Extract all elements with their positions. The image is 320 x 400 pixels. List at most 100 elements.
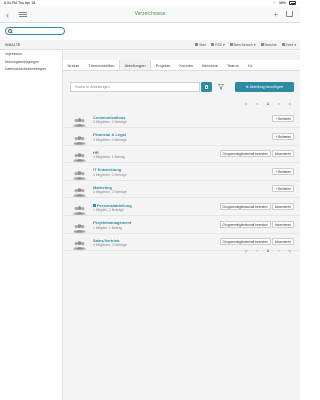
- sidebar-item-datenschutz[interactable]: Datenschutzbestimmungen: [0, 66, 62, 74]
- sidebar-item-nutzungsbedingungen[interactable]: Nutzungsbedingungen: [0, 59, 62, 67]
- department-meta: 4 Mitglieder, 0 Beiträge: [93, 190, 127, 195]
- tab-themenwelten[interactable]: Themenwelten: [84, 60, 119, 70]
- search-button[interactable]: [201, 82, 212, 92]
- pager-last-button[interactable]: >|: [286, 101, 293, 108]
- join-button[interactable]: + Beitreten: [272, 132, 294, 140]
- toolbar-rss-label: RSS: [215, 42, 222, 47]
- tab-gruppen[interactable]: Gr: [243, 60, 256, 70]
- subscribe-button[interactable]: Abonnieren: [271, 203, 294, 210]
- pager-next-button[interactable]: >: [275, 101, 282, 108]
- toolbar: INHALTE Start RSS ▾ Mein Bereich ▾ Beric…: [0, 40, 300, 50]
- pager-first-button[interactable]: |<: [243, 101, 250, 108]
- department-name-link[interactable]: Personalabteilung: [93, 203, 132, 208]
- leave-group-button[interactable]: Gruppenmitgliedschaft beenden: [219, 203, 271, 210]
- department-name-text: Communications: [93, 114, 126, 120]
- department-name-link[interactable]: Communications: [93, 115, 125, 120]
- tab-teams[interactable]: Teams: [222, 60, 243, 70]
- tab-abteilungen[interactable]: Abteilungen: [119, 60, 152, 70]
- group-avatar-icon: [73, 149, 86, 162]
- department-name-link[interactable]: Marketing: [93, 185, 112, 190]
- toolbar-berichte[interactable]: Berichte: [260, 42, 277, 47]
- subscribe-button[interactable]: Abonnieren: [271, 220, 294, 228]
- group-avatar-icon: [73, 237, 86, 250]
- row-actions: Gruppenmitgliedschaft beenden Abonnieren: [219, 203, 294, 210]
- status-time: 8:34 PM: [4, 1, 18, 5]
- sidebar-search[interactable]: [5, 27, 65, 35]
- pager-prev-button[interactable]: <: [254, 101, 261, 108]
- toolbar-extra[interactable]: Extra ▾: [281, 43, 296, 47]
- toolbar-berichte-label: Berichte: [264, 42, 277, 47]
- group-avatar-icon: [73, 184, 86, 198]
- pager-last-button[interactable]: >|: [286, 248, 293, 255]
- department-name-text: Sales/Vertrieb: [93, 237, 120, 243]
- department-row: IT Entwicklung 3 Mitglieder, 0 Beiträge + …: [63, 164, 300, 181]
- row-actions: + Beitreten: [272, 132, 294, 140]
- tab-nutzer[interactable]: Nutzer: [63, 60, 84, 70]
- subscribe-button[interactable]: Abonnieren: [271, 150, 294, 158]
- status-indicators: ⌔ 58%: [273, 1, 296, 6]
- group-avatar-icon: [73, 114, 86, 127]
- user-icon: [229, 43, 233, 46]
- battery-percent: 58%: [278, 1, 286, 5]
- group-avatar-icon: [73, 202, 86, 215]
- department-name-link[interactable]: Financial & Legal: [93, 132, 126, 137]
- department-meta: 3 Mitglieder, 0 Beiträge: [93, 120, 127, 124]
- join-button[interactable]: + Beitreten: [272, 167, 294, 175]
- toolbar-mein-bereich-label: Mein Bereich: [233, 42, 253, 47]
- department-name-text: Projektmanagement: [93, 220, 132, 226]
- toolbar-start-label: Start: [199, 42, 207, 47]
- toolbar-start[interactable]: Start: [195, 43, 206, 47]
- plus-icon[interactable]: +: [273, 10, 278, 19]
- page-title: Verzeichnisse: [134, 11, 166, 17]
- department-meta: 1 Mitglied, 2 Beiträge: [93, 208, 124, 212]
- wifi-icon: ⌔: [272, 0, 276, 5]
- toolbar-rss[interactable]: RSS ▾: [211, 42, 225, 47]
- lock-icon: [93, 203, 96, 207]
- filter-icon[interactable]: [218, 84, 224, 90]
- leave-group-button[interactable]: Gruppenmitgliedschaft beenden: [219, 150, 271, 158]
- toolbar-mein-bereich[interactable]: Mein Bereich ▾: [229, 42, 256, 47]
- tab-projekte[interactable]: Projekte: [151, 60, 175, 70]
- section-label: INHALTE: [5, 43, 21, 47]
- department-name-link[interactable]: IT Entwicklung: [93, 167, 121, 172]
- subscribe-button[interactable]: Abonnieren: [271, 238, 294, 246]
- inbox-tray-icon[interactable]: [286, 11, 293, 17]
- leave-group-button[interactable]: Gruppenmitgliedschaft beenden: [219, 238, 271, 246]
- search-icon: [8, 29, 12, 33]
- report-icon: [260, 43, 264, 46]
- department-name-link[interactable]: Projektmanagement: [93, 220, 131, 225]
- add-department-label: Abteilung hinzufügen: [249, 85, 284, 89]
- department-name-link[interactable]: Sales/Vertrieb: [93, 238, 119, 243]
- pagination-bottom: |< < 1 > >|: [243, 248, 293, 255]
- join-button[interactable]: + Beitreten: [272, 115, 294, 122]
- home-icon: [195, 43, 199, 46]
- pager-current-page[interactable]: 1: [265, 248, 272, 255]
- department-meta: 4 Mitglieder, 0 Beiträge: [93, 243, 127, 248]
- tab-kunden[interactable]: Kunden: [175, 60, 198, 70]
- pagination-top: |< < 1 > >|: [243, 101, 293, 108]
- department-row: HR 3 Mitglieder, 1 Beitrag Gruppenmitglied…: [63, 146, 300, 164]
- group-avatar-icon: [73, 132, 86, 145]
- leave-group-button[interactable]: Gruppenmitgliedschaft beenden: [219, 220, 271, 228]
- sidebar-search-input[interactable]: [14, 29, 64, 33]
- tab-bereiche[interactable]: Bereiche: [198, 60, 223, 70]
- pager-current-page[interactable]: 1: [265, 101, 272, 108]
- department-search-input[interactable]: Suche in Abteilungen: [70, 82, 200, 92]
- pager-prev-button[interactable]: <: [254, 248, 261, 255]
- join-button[interactable]: + Beitreten: [272, 185, 294, 193]
- department-row: Projektmanagement 1 Mitglied, 1 Beitrag Gr…: [63, 217, 300, 234]
- top-bar: ‹ Verzeichnisse +: [0, 7, 300, 23]
- pager-first-button[interactable]: |<: [243, 248, 250, 255]
- department-name-text: IT Entwicklung: [93, 167, 122, 173]
- sidebar-item-impressum[interactable]: Impressum: [0, 51, 62, 59]
- group-avatar-icon: [73, 220, 86, 233]
- department-name-text: Personalabteilung: [97, 202, 132, 208]
- sidebar: Impressum Nutzungsbedingungen Datenschut…: [0, 51, 63, 400]
- department-row: Marketing 4 Mitglieder, 0 Beiträge + Beitr…: [63, 181, 300, 199]
- pager-next-button[interactable]: >: [275, 248, 282, 255]
- battery-icon: [289, 1, 296, 5]
- row-actions: + Beitreten: [272, 115, 294, 122]
- department-name-link[interactable]: HR: [93, 150, 99, 155]
- search-icon: [204, 85, 208, 89]
- add-department-button[interactable]: ⊕ Abteilung hinzufügen: [235, 82, 294, 92]
